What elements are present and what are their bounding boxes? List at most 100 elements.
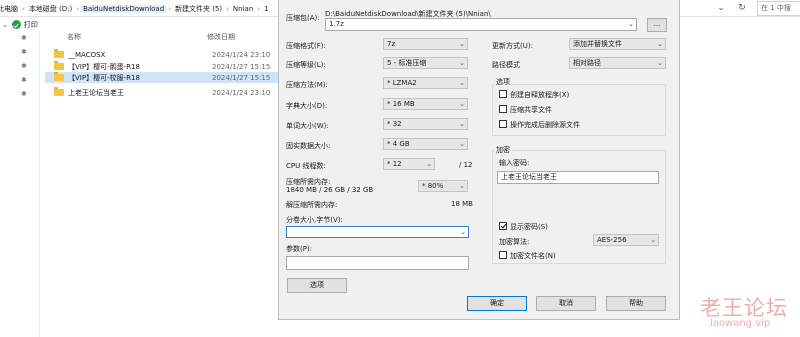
breadcrumb-item-newfolder[interactable]: 新建文件夹 (5)	[172, 4, 225, 14]
print-icon	[11, 20, 21, 29]
pathmode-label: 路径模式	[492, 61, 520, 69]
print-button[interactable]: 打印	[24, 20, 38, 30]
format-label: 压缩格式(F):	[286, 42, 326, 50]
chevron-down-icon: ⌄	[459, 182, 465, 190]
mem-select[interactable]: * 80% ⌄	[418, 180, 468, 192]
params-input[interactable]	[286, 256, 469, 270]
format-value: 7z	[387, 40, 396, 48]
threads-max: / 12	[459, 161, 473, 169]
breadcrumb: 此电脑 › 本地磁盘 (D:) › BaiduNetdiskDownload › 新建…	[0, 0, 272, 17]
browse-button[interactable]: ...	[647, 18, 667, 32]
format-select[interactable]: 7z ⌄	[383, 38, 468, 50]
add-to-archive-dialog: 压缩包(A): D:\BaiduNetdiskDownload\新建文件夹 (5…	[278, 0, 680, 320]
solid-label: 固实数据大小:	[286, 142, 331, 150]
archive-label: 压缩包(A):	[286, 14, 320, 22]
split-combo[interactable]: ⌄	[286, 226, 469, 238]
level-select[interactable]: 5 - 标准压缩 ⌄	[383, 57, 468, 69]
chevron-down-icon[interactable]: ⌄	[2, 21, 8, 29]
encrypt-names-checkbox[interactable]	[499, 251, 507, 259]
method-select[interactable]: * LZMA2 ⌄	[383, 77, 468, 89]
params-label: 参数(P):	[286, 245, 313, 253]
pin-icon[interactable]: ✱	[21, 90, 27, 98]
breadcrumb-item-baidu[interactable]: BaiduNetdiskDownload	[80, 4, 168, 13]
show-password-label[interactable]: 显示密码(S)	[510, 222, 548, 232]
level-label: 压缩等级(L):	[286, 61, 326, 69]
file-row[interactable]: 【VIP】樱可-鹅蛋-R18 2024/1/27 15:15	[45, 61, 280, 72]
watermark-url: laowang.vip	[710, 318, 771, 329]
delete-checkbox[interactable]	[499, 120, 507, 128]
breadcrumb-item-nnian[interactable]: Nnian	[230, 5, 256, 13]
decomp-value: 18 MB	[451, 200, 473, 208]
archive-name-combo[interactable]: 1.7z ⌄	[325, 18, 637, 31]
enc-method-select[interactable]: AES-256 ⌄	[593, 234, 659, 246]
threads-label: CPU 线程数:	[286, 162, 326, 170]
explorer-toolbar: ⌄ 打印	[0, 17, 280, 32]
chevron-down-icon[interactable]: ⌄	[714, 2, 728, 15]
word-value: * 32	[387, 120, 402, 128]
cancel-button[interactable]: 取消	[536, 296, 596, 311]
options-button[interactable]: 选项	[287, 278, 347, 293]
file-date: 2024/1/24 23:10	[212, 50, 271, 59]
chevron-down-icon: ⌄	[657, 59, 663, 67]
dict-select[interactable]: * 16 MB ⌄	[383, 98, 468, 110]
encrypt-names-label[interactable]: 加密文件名(N)	[510, 251, 556, 261]
folder-icon	[54, 61, 64, 70]
options-group-title: 选项	[494, 77, 512, 87]
chevron-down-icon: ⌄	[657, 40, 663, 48]
folder-icon	[54, 87, 64, 96]
file-date: 2024/1/27 15:15	[212, 73, 271, 82]
breadcrumb-item-drive[interactable]: 本地磁盘 (D:)	[26, 4, 75, 14]
method-label: 压缩方法(M):	[286, 81, 328, 89]
pin-icon[interactable]: ✱	[21, 76, 27, 84]
threads-select[interactable]: * 12 ⌄	[383, 158, 435, 170]
breadcrumb-item-1[interactable]: 1	[261, 5, 271, 13]
sfx-checkbox[interactable]	[499, 90, 507, 98]
help-button[interactable]: 帮助	[606, 296, 666, 311]
chevron-down-icon: ⌄	[628, 20, 634, 28]
file-name: 【VIP】樱可-校服-R18	[68, 73, 140, 82]
shared-label[interactable]: 压缩共享文件	[510, 105, 552, 115]
solid-value: * 4 GB	[387, 140, 410, 148]
update-select[interactable]: 添加并替换文件 ⌄	[569, 38, 666, 50]
chevron-down-icon: ⌄	[459, 120, 465, 128]
file-name: __MACOSX	[68, 50, 106, 59]
encrypt-group-title: 加密	[494, 145, 512, 155]
file-name: 【VIP】樱可-鹅蛋-R18	[68, 62, 140, 71]
chevron-down-icon: ⌄	[650, 236, 656, 244]
ok-button[interactable]: 确定	[467, 296, 527, 311]
file-date: 2024/1/27 15:15	[212, 62, 271, 71]
file-row[interactable]: __MACOSX 2024/1/24 23:10	[45, 49, 280, 60]
delete-label[interactable]: 操作完成后删除源文件	[510, 120, 580, 130]
pin-icon[interactable]: ✱	[21, 48, 27, 56]
file-date: 2024/1/24 23:10	[212, 88, 271, 97]
show-password-checkbox[interactable]	[499, 222, 507, 230]
password-label: 输入密码:	[499, 159, 530, 167]
word-label: 单词大小(W):	[286, 122, 329, 130]
password-input[interactable]: 上老王论坛当老王	[497, 171, 659, 184]
sfx-label[interactable]: 创建自释放程序(X)	[510, 90, 569, 100]
update-value: 添加并替换文件	[573, 40, 622, 48]
column-header-date[interactable]: 修改日期	[207, 32, 235, 44]
pathmode-value: 相对路径	[573, 59, 601, 67]
archive-name-value: 1.7z	[329, 20, 344, 28]
refresh-icon[interactable]: ↻	[735, 2, 749, 15]
enc-method-label: 加密算法:	[499, 238, 530, 246]
level-value: 5 - 标准压缩	[387, 59, 427, 67]
chevron-down-icon: ⌄	[460, 228, 466, 236]
shared-checkbox[interactable]	[499, 105, 507, 113]
chevron-down-icon: ⌄	[426, 160, 432, 168]
chevron-down-icon: ⌄	[459, 140, 465, 148]
search-input[interactable]: 在 1 中搜	[757, 1, 800, 16]
pin-icon[interactable]: ✱	[21, 34, 27, 42]
pathmode-select[interactable]: 相对路径 ⌄	[569, 57, 666, 69]
threads-value: * 12	[387, 160, 402, 168]
pin-icon[interactable]: ✱	[21, 62, 27, 70]
file-row-selected[interactable]: 【VIP】樱可-校服-R18 2024/1/27 15:15	[45, 72, 280, 83]
solid-select[interactable]: * 4 GB ⌄	[383, 138, 468, 150]
column-header-name[interactable]: 名称	[67, 32, 81, 44]
breadcrumb-item-pc[interactable]: 此电脑	[0, 4, 21, 14]
dict-label: 字典大小(D):	[286, 102, 328, 110]
word-select[interactable]: * 32 ⌄	[383, 118, 468, 130]
enc-method-value: AES-256	[597, 236, 627, 244]
file-row[interactable]: 上老王论坛当老王 2024/1/24 23:10	[45, 87, 280, 98]
